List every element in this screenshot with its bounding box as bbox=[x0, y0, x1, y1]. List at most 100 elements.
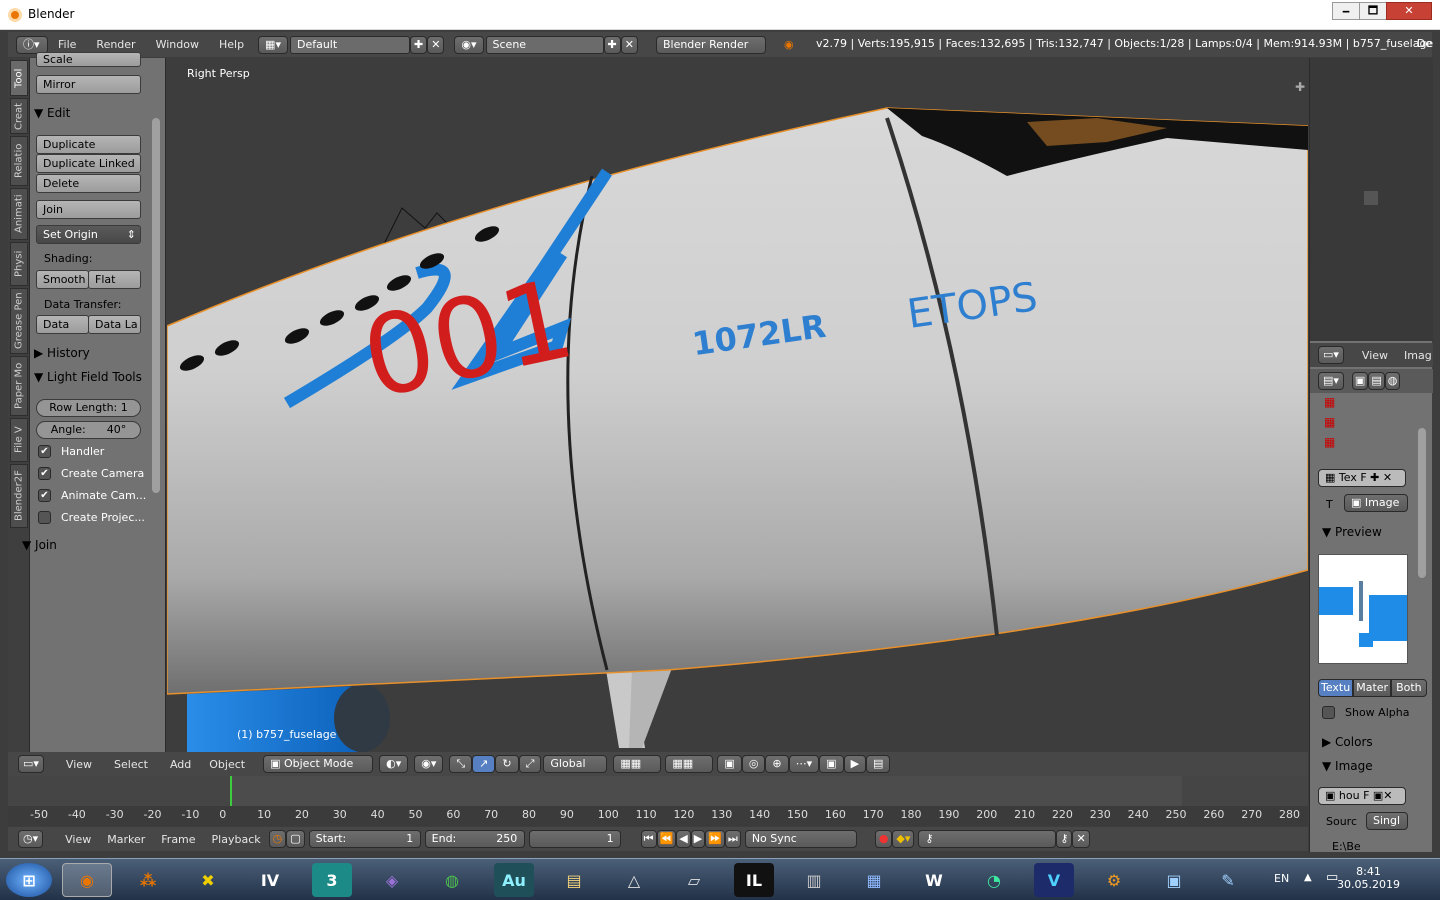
tab-create[interactable]: Creat bbox=[10, 98, 28, 134]
3d-viewport[interactable]: 001 1072LR ETOPS Right Persp (1) b757_fu… bbox=[167, 58, 1308, 752]
image-path[interactable]: E:\Be bbox=[1332, 840, 1361, 853]
render-engine-select[interactable]: Blender Render bbox=[655, 35, 766, 54]
w-app-icon[interactable]: W bbox=[914, 863, 954, 897]
timeline-editor[interactable]: -50 -40 -30 -20 -10 0 10 20 30 40 50 60 70 80 90 100 110… bbox=[8, 776, 1308, 826]
play-icon[interactable]: ▶ bbox=[690, 830, 706, 848]
flat-button[interactable]: Flat bbox=[88, 270, 141, 289]
tab-material[interactable]: Mater bbox=[1353, 679, 1392, 697]
angle-field[interactable]: Angle: 40° bbox=[36, 421, 141, 439]
menu-add[interactable]: Add bbox=[170, 758, 191, 771]
render-camera-icon[interactable]: ▶ bbox=[843, 755, 867, 773]
scene-icon[interactable]: ◉▾ bbox=[454, 35, 484, 54]
jump-keyframe-forward-icon[interactable]: ⏩ bbox=[705, 830, 725, 848]
network-app-icon[interactable]: ▣ bbox=[1154, 863, 1194, 897]
insert-keyframe-icon[interactable]: ⚷ bbox=[1056, 830, 1073, 848]
snap-target-icon[interactable]: ⋯▾ bbox=[788, 755, 820, 773]
menu-object[interactable]: Object bbox=[209, 758, 245, 771]
triangle-app-icon[interactable]: △ bbox=[614, 863, 654, 897]
synth-icon[interactable]: ▥ bbox=[794, 863, 834, 897]
globe-icon[interactable]: ◍ bbox=[432, 863, 472, 897]
layout-icon[interactable]: ▦▾ bbox=[258, 35, 288, 54]
tab-texture[interactable]: Textu bbox=[1318, 679, 1354, 697]
explorer-icon[interactable]: ▤ bbox=[554, 863, 594, 897]
sync-mode-select[interactable]: No Sync bbox=[744, 830, 857, 848]
app-iv-icon[interactable]: IV bbox=[250, 863, 290, 897]
remove-layout-button[interactable]: ✕ bbox=[427, 35, 445, 54]
opengl-render-icon[interactable]: ▣ bbox=[819, 755, 844, 773]
menu-frame[interactable]: Frame bbox=[161, 833, 195, 846]
jump-end-icon[interactable]: ⏭ bbox=[724, 830, 741, 848]
blender-taskbar-icon[interactable]: ◉ bbox=[62, 863, 112, 897]
preview-panel-header[interactable]: ▼ Preview bbox=[1322, 525, 1382, 539]
audition-icon[interactable]: Au bbox=[494, 863, 534, 897]
paper-app-icon[interactable]: ▱ bbox=[674, 863, 714, 897]
3dsmax-icon[interactable]: 3 bbox=[312, 863, 352, 897]
viewport-shading-select[interactable]: ◐▾ bbox=[379, 755, 409, 773]
create-camera-checkbox[interactable]: ✔ Create Camera bbox=[38, 467, 144, 480]
join-button[interactable]: Join bbox=[36, 200, 141, 219]
menu-help[interactable]: Help bbox=[219, 38, 244, 51]
render-tab-icon[interactable]: ▣ bbox=[1351, 372, 1369, 390]
lock-time-icon[interactable]: ▢ bbox=[286, 830, 305, 848]
properties-scrollbar[interactable] bbox=[1418, 428, 1426, 578]
menu-marker[interactable]: Marker bbox=[107, 833, 145, 846]
data-button[interactable]: Data bbox=[36, 315, 89, 334]
image-name-field[interactable]: ▣ hou F ▣✕ bbox=[1318, 787, 1406, 805]
join-panel-header[interactable]: ▼ Join bbox=[22, 538, 57, 552]
use-preview-range-icon[interactable]: ◷ bbox=[268, 830, 287, 848]
add-scene-button[interactable]: ✚ bbox=[603, 35, 621, 54]
animate-camera-checkbox[interactable]: ✔ Animate Cam... bbox=[38, 489, 146, 502]
texture-name-field[interactable]: ▦ Tex F ✚ ✕ bbox=[1318, 469, 1406, 487]
delete-button[interactable]: Delete bbox=[36, 174, 141, 193]
layers-grid-a[interactable]: ▦▦ bbox=[613, 755, 662, 773]
colors-panel-header[interactable]: ▶ Colors bbox=[1322, 735, 1373, 749]
tab-animation[interactable]: Animati bbox=[10, 188, 28, 240]
tab-paper-model[interactable]: Paper Mo bbox=[10, 356, 28, 416]
intellij-icon[interactable]: IL bbox=[734, 863, 774, 897]
render-animation-icon[interactable]: ▤ bbox=[866, 755, 891, 773]
viewport-expand-icon[interactable]: ✚ bbox=[1295, 80, 1305, 94]
tab-physics[interactable]: Physi bbox=[10, 242, 28, 286]
tab-file-view[interactable]: File V bbox=[10, 418, 28, 462]
scale-button[interactable]: Scale bbox=[36, 52, 141, 67]
current-frame-field[interactable]: 1 bbox=[528, 830, 621, 848]
proportional-edit-icon[interactable]: ◎ bbox=[741, 755, 766, 773]
duplicate-button[interactable]: Duplicate bbox=[36, 135, 141, 154]
history-panel-header[interactable]: ▶ History bbox=[34, 346, 90, 360]
image-panel-header[interactable]: ▼ Image bbox=[1322, 759, 1373, 773]
mode-select[interactable]: ▣ Object Mode bbox=[263, 755, 374, 773]
light-field-tools-header[interactable]: ▼ Light Field Tools bbox=[34, 370, 142, 384]
language-indicator[interactable]: EN bbox=[1274, 872, 1289, 885]
scale-manipulator[interactable]: ⤢ bbox=[518, 755, 542, 773]
gear-icon[interactable]: ⚙ bbox=[1094, 863, 1134, 897]
tab-blender2f[interactable]: Blender2F bbox=[10, 464, 28, 528]
row-length-field[interactable]: Row Length: 1 bbox=[36, 399, 141, 417]
playhead[interactable] bbox=[230, 776, 232, 806]
uv-image-editor[interactable] bbox=[1310, 58, 1433, 341]
scene-field[interactable]: Scene bbox=[485, 35, 604, 54]
edit-panel-header[interactable]: ▼ Edit bbox=[34, 106, 70, 120]
editor-type-info-button[interactable]: ⓘ▾ bbox=[16, 35, 48, 54]
mirror-button[interactable]: Mirror bbox=[36, 75, 141, 94]
texture-slots[interactable]: ▦ ▦ ▦ bbox=[1324, 392, 1335, 452]
data-layout-button[interactable]: Data La bbox=[88, 315, 141, 334]
tray-expand-icon[interactable]: ▲ bbox=[1304, 872, 1312, 883]
minimize-button[interactable]: 🗕 bbox=[1332, 2, 1360, 20]
show-alpha-checkbox[interactable]: Show Alpha bbox=[1322, 706, 1409, 719]
pivot-select[interactable]: ◉▾ bbox=[414, 755, 444, 773]
active-keying-set-field[interactable]: ⚷ bbox=[918, 830, 1057, 848]
lock-layers-icon[interactable]: ▣ bbox=[717, 755, 742, 773]
menu-image[interactable]: Imag bbox=[1404, 349, 1432, 362]
tab-relations[interactable]: Relatio bbox=[10, 136, 28, 186]
delete-keyframe-icon[interactable]: ✕ bbox=[1072, 830, 1090, 848]
toolshelf-scrollbar[interactable] bbox=[152, 118, 160, 493]
tab-both[interactable]: Both bbox=[1391, 679, 1427, 697]
menu-playback[interactable]: Playback bbox=[212, 833, 261, 846]
start-orb-icon[interactable]: ⊞ bbox=[6, 863, 52, 897]
menu-view[interactable]: View bbox=[66, 758, 92, 771]
menu-window[interactable]: Window bbox=[156, 38, 199, 51]
gauge-icon[interactable]: ◔ bbox=[974, 863, 1014, 897]
texture-type-select[interactable]: ▣ Image bbox=[1344, 494, 1408, 512]
layers-tab-icon[interactable]: ▤ bbox=[1368, 372, 1385, 390]
visual-studio-icon[interactable]: ◈ bbox=[372, 863, 412, 897]
